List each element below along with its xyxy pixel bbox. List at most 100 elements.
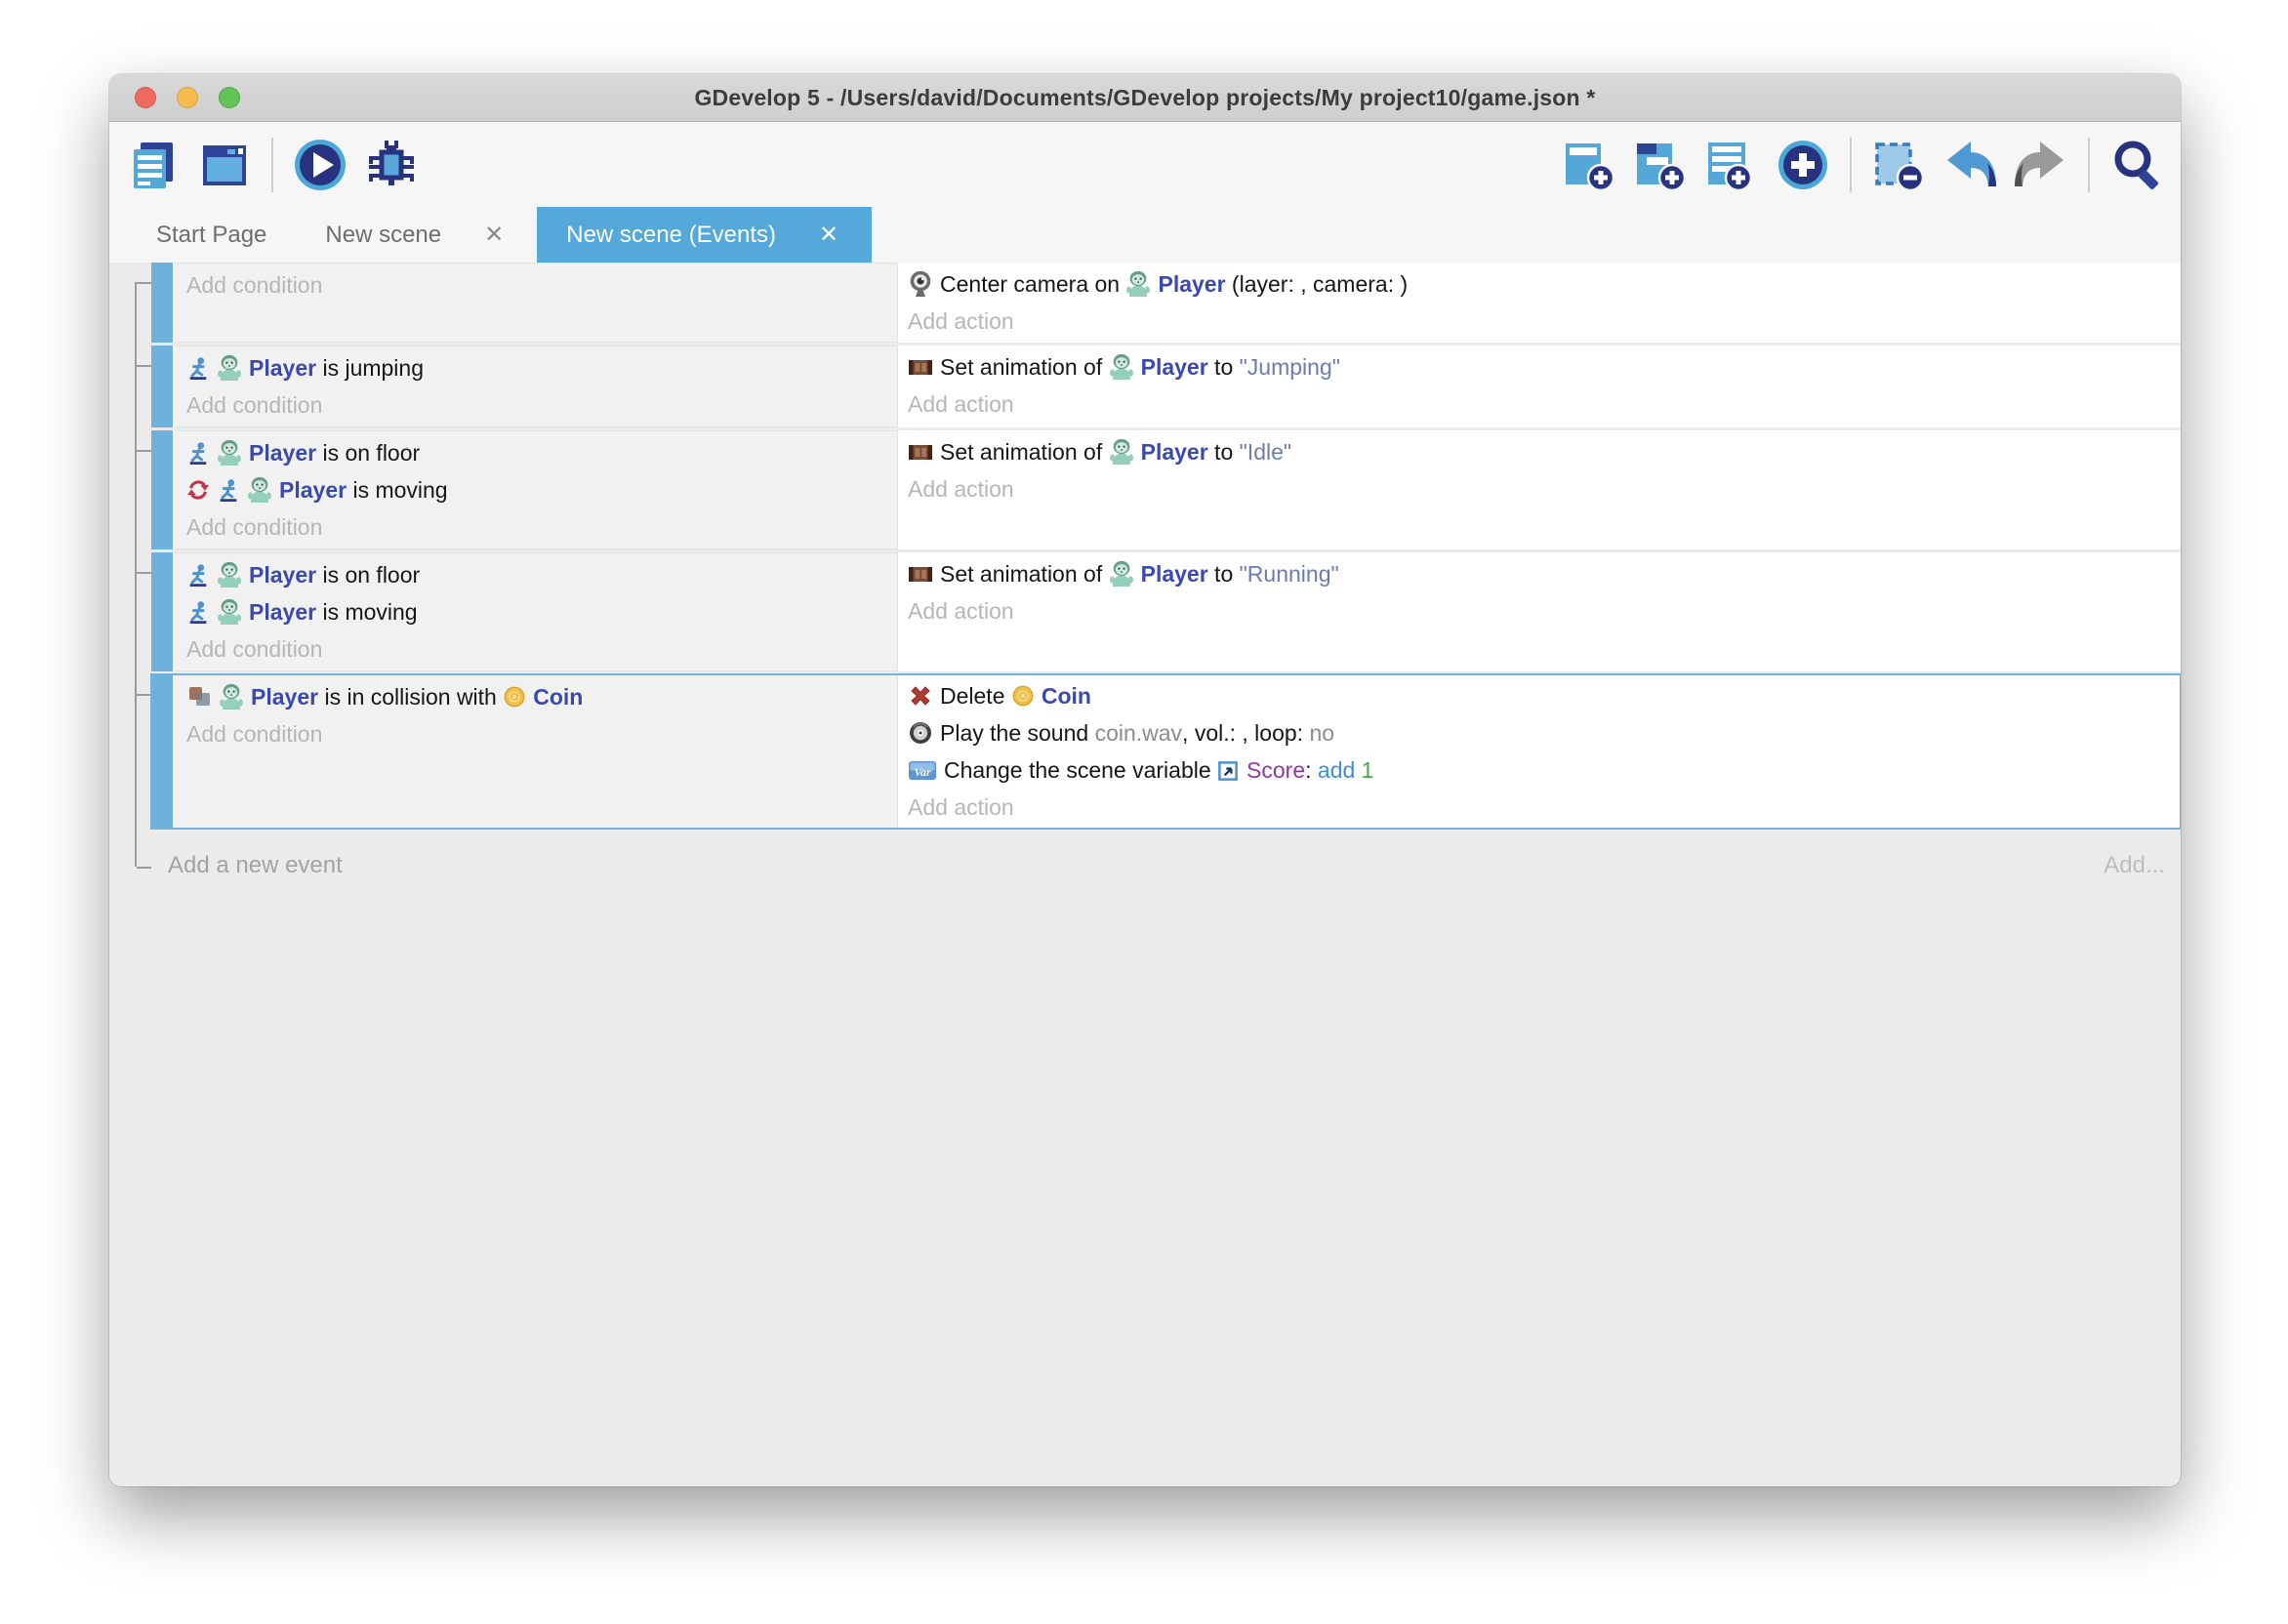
platformer-icon xyxy=(186,356,210,380)
event-sentence[interactable]: Player is moving xyxy=(186,593,897,630)
event-drag-handle[interactable] xyxy=(151,552,175,671)
player-icon xyxy=(1109,560,1134,588)
variable-icon: Var xyxy=(908,757,937,783)
add-action-button[interactable]: Add action xyxy=(908,598,1014,625)
player-icon xyxy=(1125,270,1151,298)
event-sentence[interactable]: Set animation of Player to "Idle" xyxy=(908,433,2181,470)
tab-bar: Start PageNew scene✕New scene (Events)✕ xyxy=(109,207,2181,263)
sound-icon xyxy=(908,720,933,746)
part-txt: Play the sound xyxy=(940,720,1095,747)
conditions-panel[interactable]: Add condition xyxy=(175,263,898,343)
event-row[interactable]: Player is on floorPlayer is movingAdd co… xyxy=(151,552,2181,671)
add-more-button[interactable]: Add... xyxy=(2104,852,2165,879)
event-sentence[interactable]: Player is on floor xyxy=(186,434,897,471)
player-icon xyxy=(1109,353,1134,381)
project-manager-icon[interactable] xyxy=(125,137,182,193)
tree-line xyxy=(137,867,151,869)
add-action-button[interactable]: Add action xyxy=(908,476,1014,503)
invert-icon xyxy=(186,478,210,502)
remove-event-icon[interactable] xyxy=(1870,137,1927,193)
add-new-event-button[interactable]: Add a new event xyxy=(168,852,343,879)
event-sentence[interactable]: Delete Coin xyxy=(908,677,2181,714)
add-event-icon[interactable] xyxy=(1561,137,1617,193)
delete-icon xyxy=(908,683,933,709)
event-sentence[interactable]: Player is jumping xyxy=(186,349,897,386)
player-icon xyxy=(247,476,272,504)
part-obj: Player xyxy=(249,599,316,626)
event-sentence[interactable]: Play the sound coin.wav, vol.: , loop: n… xyxy=(908,714,2181,751)
event-sentence[interactable]: Player is in collision with Coin xyxy=(186,678,897,715)
event-drag-handle[interactable] xyxy=(151,674,175,829)
toolbar-divider xyxy=(2088,138,2090,192)
event-sentence[interactable]: VarChange the scene variable Score: add … xyxy=(908,751,2181,789)
add-action-button[interactable]: Add action xyxy=(908,391,1014,418)
part-txt: Delete xyxy=(940,683,1011,710)
part-txt: to xyxy=(1208,354,1240,381)
close-tab-icon[interactable]: ✕ xyxy=(815,221,842,249)
actions-panel[interactable]: Center camera on Player (layer: , camera… xyxy=(898,263,2181,343)
actions-panel[interactable]: Set animation of Player to "Running" Add … xyxy=(898,552,2181,671)
conditions-panel[interactable]: Player is jumping Add condition xyxy=(175,345,898,427)
toolbar-divider xyxy=(271,138,273,192)
redo-icon[interactable] xyxy=(2013,137,2069,193)
conditions-panel[interactable]: Player is in collision with Coin Add cond… xyxy=(175,674,898,829)
part-txt: Set animation of xyxy=(940,439,1109,466)
tab-start-page[interactable]: Start Page xyxy=(127,207,296,263)
event-sentence[interactable]: Center camera on Player (layer: , camera… xyxy=(908,265,2181,303)
actions-panel[interactable]: Delete CoinPlay the sound coin.wav, vol.… xyxy=(898,674,2181,829)
platformer-icon xyxy=(186,563,210,587)
tree-line xyxy=(137,694,151,696)
event-row[interactable]: Player is jumping Add condition Set animat… xyxy=(151,345,2181,427)
varbox-icon xyxy=(1217,759,1240,782)
close-window-button[interactable] xyxy=(135,87,156,108)
event-sentence[interactable]: Player is on floor xyxy=(186,556,897,593)
event-drag-handle[interactable] xyxy=(151,263,175,343)
player-icon xyxy=(217,354,242,382)
event-row[interactable]: Add condition Center camera on Player (la… xyxy=(151,263,2181,343)
add-condition-button[interactable]: Add condition xyxy=(186,514,322,541)
add-subevent-icon[interactable] xyxy=(1632,137,1689,193)
add-condition-button[interactable]: Add condition xyxy=(186,636,322,663)
event-row[interactable]: Player is in collision with Coin Add cond… xyxy=(151,674,2181,829)
conditions-panel[interactable]: Player is on floorPlayer is moving Add co… xyxy=(175,430,898,549)
event-sentence[interactable]: Set animation of Player to "Jumping" xyxy=(908,348,2181,386)
part-num: 1 xyxy=(1362,757,1374,784)
add-circle-icon[interactable] xyxy=(1775,137,1831,193)
conditions-panel[interactable]: Player is on floorPlayer is movingAdd co… xyxy=(175,552,898,671)
search-icon[interactable] xyxy=(2108,137,2165,193)
part-obj: Player xyxy=(1141,561,1208,588)
tab-label: Start Page xyxy=(156,222,266,249)
minimize-window-button[interactable] xyxy=(177,87,198,108)
add-condition-button[interactable]: Add condition xyxy=(186,272,322,299)
undo-icon[interactable] xyxy=(1941,137,1998,193)
part-txt: Change the scene variable xyxy=(944,757,1217,784)
event-sentence[interactable]: Player is moving xyxy=(186,471,897,508)
tab-new-scene[interactable]: New scene ✕ xyxy=(296,207,537,263)
add-condition-button[interactable]: Add condition xyxy=(186,392,322,419)
actions-panel[interactable]: Set animation of Player to "Jumping" Add … xyxy=(898,345,2181,427)
part-obj: Player xyxy=(1141,439,1208,466)
screen: GDevelop 5 - /Users/david/Documents/GDev… xyxy=(0,0,2288,1624)
tab-label: New scene xyxy=(325,222,441,249)
event-drag-handle[interactable] xyxy=(151,345,175,427)
tab-new-scene-events-[interactable]: New scene (Events)✕ xyxy=(537,207,872,263)
part-obj: Player xyxy=(251,684,318,710)
actions-panel[interactable]: Set animation of Player to "Idle" Add act… xyxy=(898,430,2181,549)
scene-editor-icon[interactable] xyxy=(196,137,253,193)
part-txt: is on floor xyxy=(316,562,420,589)
event-row[interactable]: Player is on floorPlayer is moving Add co… xyxy=(151,430,2181,549)
add-action-button[interactable]: Add action xyxy=(908,794,1014,821)
add-action-button[interactable]: Add action xyxy=(908,308,1014,335)
event-drag-handle[interactable] xyxy=(151,430,175,549)
add-comment-icon[interactable] xyxy=(1703,137,1760,193)
debug-icon[interactable] xyxy=(363,137,420,193)
part-txt: : xyxy=(1305,757,1318,784)
tree-line xyxy=(137,572,151,574)
player-icon xyxy=(219,683,244,710)
add-condition-button[interactable]: Add condition xyxy=(186,721,322,748)
close-tab-icon[interactable]: ✕ xyxy=(480,221,508,249)
event-sentence[interactable]: Set animation of Player to "Running" xyxy=(908,555,2181,592)
zoom-window-button[interactable] xyxy=(219,87,240,108)
part-obj: Player xyxy=(249,562,316,589)
play-icon[interactable] xyxy=(292,137,348,193)
